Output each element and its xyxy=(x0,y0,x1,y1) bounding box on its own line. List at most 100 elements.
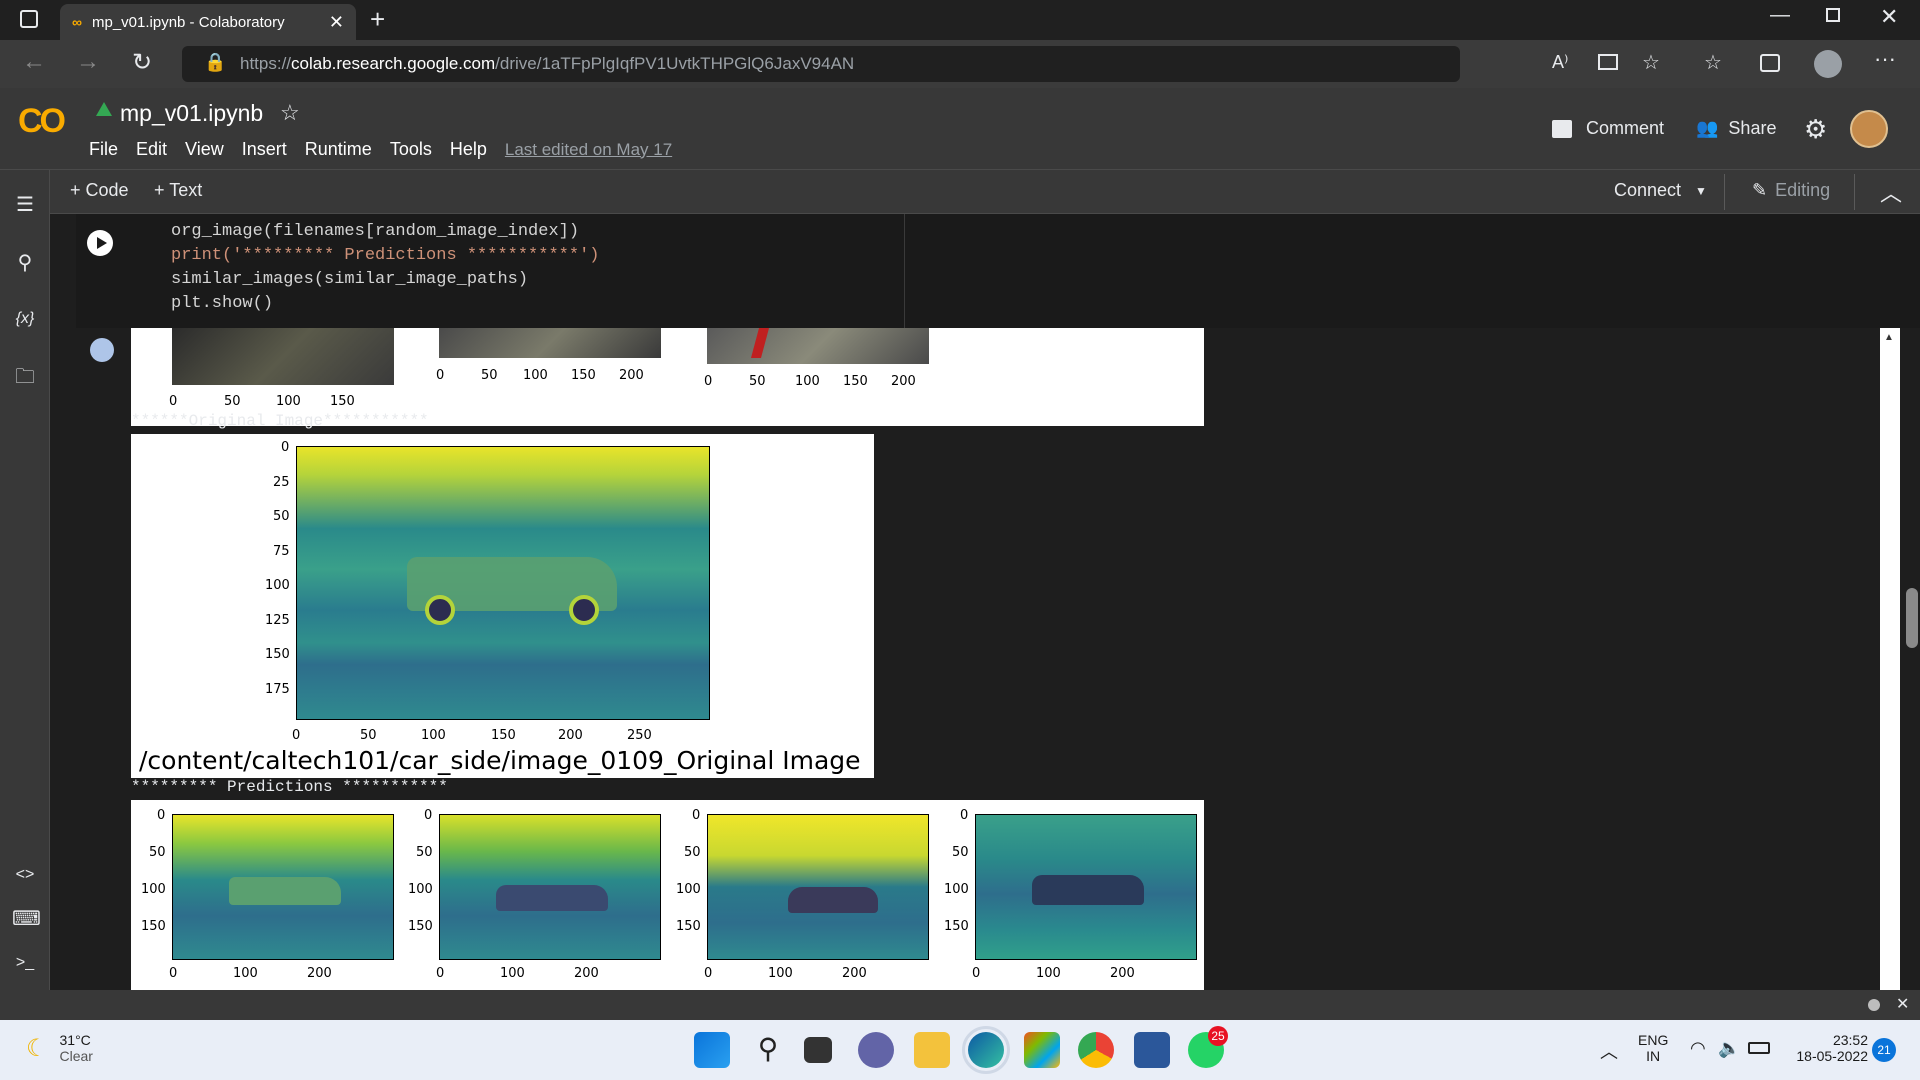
url-path: /drive/1aTFpPlgIqfPV1UvtkTHPGlQ6JaxV94AN xyxy=(495,54,855,73)
y-tick: 100 xyxy=(141,882,166,897)
teams-chat-icon[interactable] xyxy=(858,1032,894,1068)
reload-icon[interactable]: ↻ xyxy=(132,48,152,77)
table-of-contents-icon[interactable]: ☰ xyxy=(12,192,38,218)
language-indicator[interactable]: ENG IN xyxy=(1638,1032,1668,1064)
add-text-button[interactable]: + Text xyxy=(154,180,202,201)
terminal-icon[interactable]: >_ xyxy=(12,950,38,976)
toolbar-divider xyxy=(1724,174,1725,210)
weather-condition: Clear xyxy=(59,1048,93,1064)
menu-runtime[interactable]: Runtime xyxy=(305,139,372,160)
menu-help[interactable]: Help xyxy=(450,139,487,160)
tab-close-icon[interactable]: ✕ xyxy=(329,12,344,33)
colab-logo[interactable]: CO xyxy=(18,102,66,141)
immersive-reader-icon[interactable] xyxy=(1598,54,1618,70)
new-tab-button[interactable]: + xyxy=(370,4,385,35)
favorite-icon[interactable]: ☆ xyxy=(1642,50,1660,75)
wifi-icon[interactable]: ◠ xyxy=(1690,1038,1706,1059)
search-icon[interactable]: ⚲ xyxy=(12,250,38,276)
weather-widget[interactable]: ☾ 31°C Clear xyxy=(26,1032,93,1064)
word-icon[interactable] xyxy=(1134,1032,1170,1068)
colab-favicon: ∞ xyxy=(72,14,82,30)
x-tick: 100 xyxy=(1036,966,1061,981)
search-icon[interactable]: ⚲ xyxy=(750,1032,786,1068)
x-tick: 200 xyxy=(842,966,867,981)
variables-icon[interactable]: {x} xyxy=(12,306,38,332)
add-code-button[interactable]: + Code xyxy=(70,180,129,201)
car-silhouette xyxy=(496,885,608,911)
favorites-list-icon[interactable]: ☆ xyxy=(1704,50,1722,75)
start-icon[interactable] xyxy=(694,1032,730,1068)
profile-avatar-icon[interactable] xyxy=(1814,50,1842,78)
close-window-button[interactable]: ✕ xyxy=(1880,4,1898,30)
connect-button[interactable]: Connect ▼ xyxy=(1614,180,1707,201)
tab-title: mp_v01.ipynb - Colaboratory xyxy=(91,13,285,31)
file-explorer-icon[interactable] xyxy=(914,1032,950,1068)
collections-icon[interactable] xyxy=(1760,54,1780,72)
browser-tab[interactable]: ∞ mp_v01.ipynb - Colaboratory ✕ xyxy=(60,4,356,40)
x-tick: 200 xyxy=(307,966,332,981)
notification-badge[interactable]: 21 xyxy=(1872,1038,1896,1062)
code-editor[interactable]: org_image(filenames[random_image_index])… xyxy=(171,220,599,316)
files-folder-icon[interactable]: 🗀 xyxy=(12,364,38,390)
more-menu-icon[interactable]: ··· xyxy=(1874,46,1896,72)
notebook-main: org_image(filenames[random_image_index])… xyxy=(50,214,1920,990)
url-field[interactable]: 🔒 https://colab.research.google.com/driv… xyxy=(182,46,1460,82)
task-view-icon[interactable] xyxy=(804,1037,832,1063)
tick-label: 0 xyxy=(169,394,178,409)
output-avatar-icon xyxy=(90,338,114,362)
menu-bar: File Edit View Insert Runtime Tools Help… xyxy=(89,139,672,160)
microsoft-store-icon[interactable] xyxy=(1024,1032,1060,1068)
notebook-name[interactable]: mp_v01.ipynb xyxy=(120,100,263,127)
prediction-image xyxy=(975,814,1197,960)
back-icon[interactable]: ← xyxy=(22,48,46,76)
collapse-header-icon[interactable]: ︿ xyxy=(1880,176,1902,208)
whatsapp-badge: 25 xyxy=(1208,1026,1228,1046)
menu-edit[interactable]: Edit xyxy=(136,139,167,160)
edge-browser-icon[interactable] xyxy=(962,1026,1010,1074)
tick-label: 150 xyxy=(330,394,355,409)
scroll-up-icon[interactable]: ▲ xyxy=(1884,332,1894,343)
comment-icon xyxy=(1552,119,1572,138)
original-image-caption: /content/caltech101/car_side/image_0109_… xyxy=(139,746,861,775)
restore-button[interactable] xyxy=(1826,8,1840,22)
clock[interactable]: 23:52 18-05-2022 xyxy=(1788,1032,1868,1064)
read-aloud-icon[interactable]: A⁾ xyxy=(1552,52,1568,73)
tick-label: 100 xyxy=(523,368,548,383)
user-avatar[interactable] xyxy=(1850,110,1888,148)
menu-file[interactable]: File xyxy=(89,139,118,160)
run-cell-button[interactable] xyxy=(87,230,113,256)
editing-mode-button[interactable]: ✎ Editing xyxy=(1752,180,1830,201)
notebook-toolbar: + Code + Text Connect ▼ ✎ Editing ︿ xyxy=(50,170,1920,214)
y-tick: 0 xyxy=(157,808,166,823)
lang-code: ENG xyxy=(1638,1032,1669,1048)
battery-icon[interactable] xyxy=(1748,1042,1770,1054)
page-scrollbar-thumb[interactable] xyxy=(1906,588,1918,648)
moon-icon: ☾ xyxy=(26,1034,48,1062)
y-tick: 150 xyxy=(408,919,433,934)
settings-gear-icon[interactable]: ⚙ xyxy=(1804,114,1827,145)
code-snippets-icon[interactable]: <> xyxy=(12,862,38,888)
code-cell[interactable]: org_image(filenames[random_image_index])… xyxy=(76,214,1920,328)
minimize-button[interactable]: — xyxy=(1770,4,1790,27)
time: 23:52 xyxy=(1832,1032,1868,1048)
last-edited-link[interactable]: Last edited on May 17 xyxy=(505,140,672,160)
y-tick: 25 xyxy=(273,475,290,490)
output-scrollbar[interactable]: ▲ xyxy=(1880,328,1900,990)
star-icon[interactable]: ☆ xyxy=(280,100,300,126)
menu-tools[interactable]: Tools xyxy=(390,139,432,160)
command-palette-icon[interactable]: ⌨ xyxy=(12,906,41,932)
tab-actions-icon[interactable] xyxy=(20,10,38,28)
chrome-icon[interactable] xyxy=(1078,1032,1114,1068)
x-tick: 100 xyxy=(768,966,793,981)
share-button[interactable]: 👥 Share xyxy=(1696,118,1776,139)
volume-icon[interactable]: 🔈 xyxy=(1718,1038,1740,1059)
car-silhouette xyxy=(229,877,341,905)
forward-icon[interactable]: → xyxy=(76,48,100,76)
show-hidden-icons[interactable]: ︿ xyxy=(1600,1038,1618,1064)
x-tick: 0 xyxy=(169,966,178,981)
menu-insert[interactable]: Insert xyxy=(242,139,287,160)
status-close-icon[interactable]: ✕ xyxy=(1896,994,1909,1014)
menu-view[interactable]: View xyxy=(185,139,224,160)
comment-button[interactable]: Comment xyxy=(1552,118,1664,139)
left-sidebar: ☰ ⚲ {x} 🗀 <> ⌨ >_ xyxy=(0,170,50,990)
